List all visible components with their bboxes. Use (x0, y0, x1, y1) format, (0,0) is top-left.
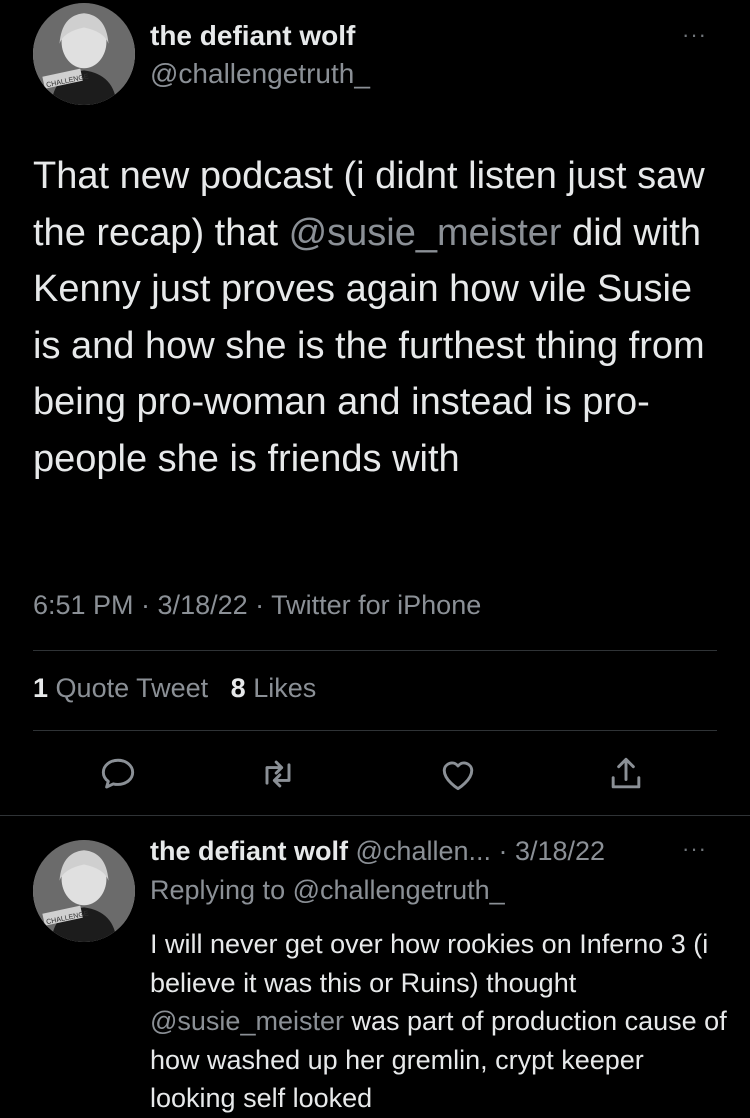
quote-count: 1 (33, 673, 49, 703)
like-button[interactable] (436, 752, 480, 796)
reply-icon (101, 758, 135, 789)
like-icon (442, 761, 474, 791)
author-name[interactable]: the defiant wolf (150, 20, 355, 52)
retweet-button[interactable] (256, 752, 300, 796)
divider (0, 815, 750, 816)
replying-prefix: Replying to (150, 875, 293, 905)
more-options-icon[interactable]: ··· (682, 22, 707, 48)
reply-author-name[interactable]: the defiant wolf (150, 836, 348, 866)
retweet-icon (265, 760, 291, 788)
like-count: 8 (230, 673, 246, 703)
reply-author-avatar[interactable]: CHALLENGE (33, 840, 135, 942)
replying-handle-link[interactable]: @challengetruth_ (293, 875, 505, 905)
author-handle[interactable]: @challengetruth_ (150, 58, 370, 90)
share-button[interactable] (604, 752, 648, 796)
tweet-meta: 6:51 PM · 3/18/22 · Twitter for iPhone (33, 590, 482, 620)
reply-button[interactable] (96, 752, 140, 796)
mention-link[interactable]: @susie_meister (289, 212, 562, 254)
likes-label: Likes (253, 673, 317, 703)
tweet-text: That new podcast (i didnt listen just sa… (33, 148, 723, 487)
tweet-stats: 1 Quote Tweet 8 Likes (33, 673, 316, 704)
author-avatar[interactable]: CHALLENGE (33, 3, 135, 105)
avatar-image: CHALLENGE (33, 840, 135, 942)
divider (33, 650, 717, 651)
avatar-image: CHALLENGE (33, 3, 135, 105)
reply-more-options-icon[interactable]: ··· (682, 836, 707, 862)
reply-author-meta: @challen... · 3/18/22 (355, 836, 606, 866)
mention-link[interactable]: @susie_meister (150, 1006, 344, 1036)
likes-link[interactable]: 8 Likes (231, 673, 317, 703)
reply-text-part: I will never get over how rookies on Inf… (150, 929, 709, 998)
reply-header: the defiant wolf @challen... · 3/18/22 (150, 836, 605, 867)
replying-to: Replying to @challengetruth_ (150, 875, 505, 906)
divider (33, 730, 717, 731)
reply-text: I will never get over how rookies on Inf… (150, 925, 730, 1118)
quote-label: Quote Tweet (55, 673, 209, 703)
quote-tweets-link[interactable]: 1 Quote Tweet (33, 673, 208, 703)
share-icon (611, 757, 641, 789)
